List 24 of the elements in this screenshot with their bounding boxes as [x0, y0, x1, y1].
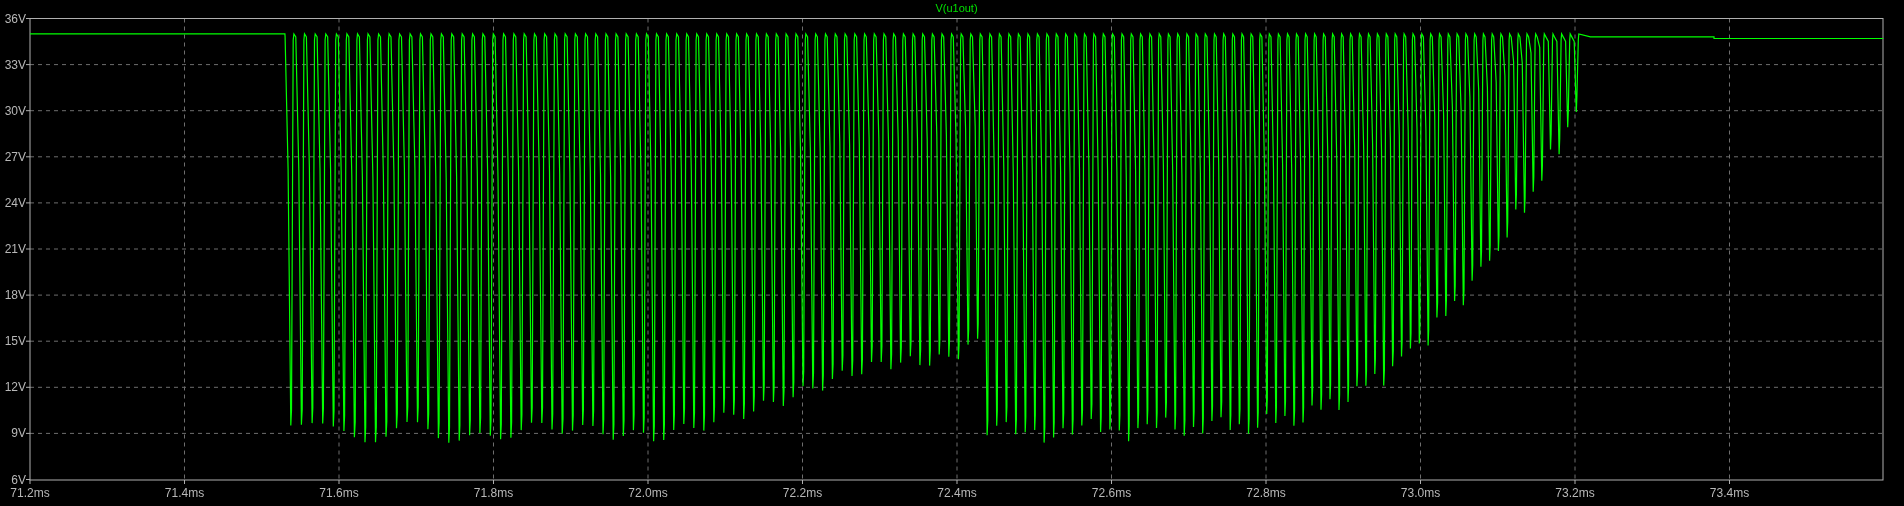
axis-tick-label: 33V [4, 57, 26, 72]
axis-tick-label: 12V [4, 380, 26, 395]
axis-tick-label: 72.6ms [1091, 486, 1132, 500]
axis-tick-label: 73.0ms [1400, 486, 1441, 500]
axis-tick-label: 72.0ms [628, 486, 668, 500]
axis-tick-label: 6V [11, 472, 26, 487]
axis-tick-label: 24V [4, 195, 26, 210]
axis-tick-label: 71.8ms [473, 486, 514, 500]
axis-tick-label: 9V [11, 426, 26, 441]
axis-tick-label: 30V [4, 103, 26, 118]
axis-tick-label: 73.4ms [1709, 486, 1750, 500]
axis-tick-label: 15V [4, 334, 26, 349]
axis-tick-label: 72.8ms [1246, 486, 1286, 500]
axis-tick-label: 73.2ms [1555, 486, 1595, 500]
axis-tick-label: 21V [4, 242, 26, 256]
axis-tick-label: 71.6ms [319, 486, 359, 500]
axis-tick-label: 36V [4, 11, 26, 26]
axis-tick-label: 72.4ms [937, 486, 977, 500]
axis-tick-label: 71.2ms [10, 486, 50, 500]
axis-tick-label: 27V [4, 149, 26, 164]
axis-tick-label: 18V [4, 288, 26, 303]
trace-label: V(u1out) [935, 2, 978, 14]
axis-tick-label: 72.2ms [782, 486, 823, 500]
axis-tick-label: 71.4ms [164, 486, 205, 500]
